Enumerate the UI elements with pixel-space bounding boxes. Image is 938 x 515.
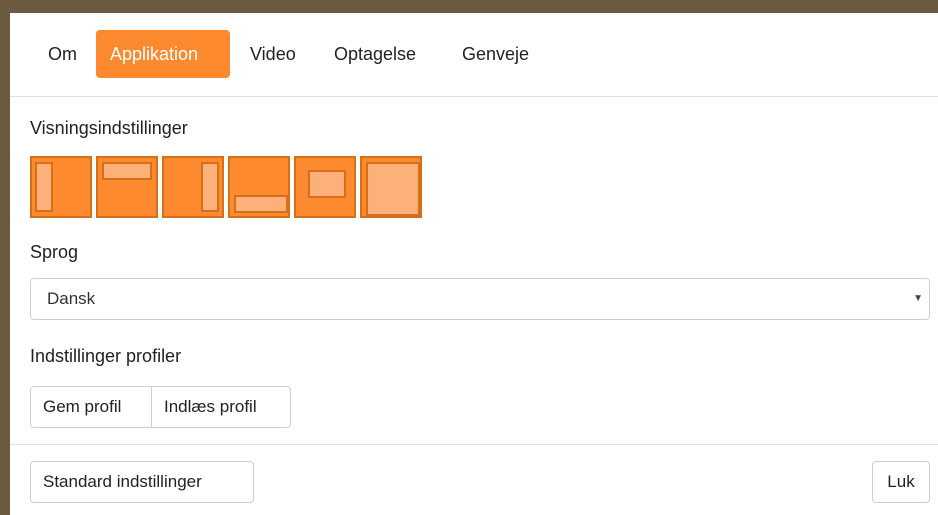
layout-top-button[interactable]: [96, 156, 158, 218]
close-button[interactable]: Luk: [872, 461, 930, 503]
layout-bottom-icon: [234, 195, 288, 213]
tab-applikation[interactable]: Applikation: [96, 30, 230, 78]
layout-full-button[interactable]: [360, 156, 422, 218]
layout-left-button[interactable]: [30, 156, 92, 218]
layout-full-icon: [366, 162, 420, 216]
save-profile-button[interactable]: Gem profil: [30, 386, 152, 428]
settings-dialog: Om Applikation Video Optagelse Genveje V…: [10, 10, 938, 515]
tab-video[interactable]: Video: [236, 30, 310, 78]
layout-bottom-button[interactable]: [228, 156, 290, 218]
tab-genveje[interactable]: Genveje: [448, 30, 543, 78]
tab-om[interactable]: Om: [34, 30, 91, 78]
profiles-label: Indstillinger profiler: [30, 346, 182, 366]
language-select[interactable]: Dansk ▼: [30, 278, 930, 320]
load-profile-button[interactable]: Indlæs profil: [151, 386, 291, 428]
layout-right-button[interactable]: [162, 156, 224, 218]
layout-top-icon: [102, 162, 152, 180]
layout-center-button[interactable]: [294, 156, 356, 218]
display-settings-label: Visningsindstillinger: [30, 118, 188, 138]
tab-bar: Om Applikation Video Optagelse Genveje: [10, 10, 938, 97]
default-settings-button[interactable]: Standard indstillinger: [30, 461, 254, 503]
layout-left-icon: [35, 162, 53, 212]
tab-optagelse[interactable]: Optagelse: [320, 30, 430, 78]
footer-divider: [10, 444, 938, 445]
layout-center-icon: [308, 170, 346, 198]
layout-right-icon: [201, 162, 219, 212]
language-label: Sprog: [30, 242, 79, 262]
chevron-down-icon: ▼: [913, 293, 923, 304]
language-selected-value: Dansk: [47, 289, 96, 308]
